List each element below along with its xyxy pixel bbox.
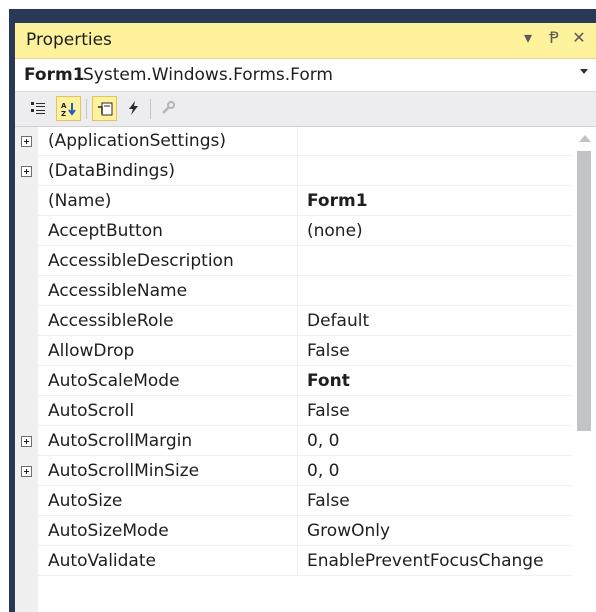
property-name[interactable]: AutoScroll [38,397,298,426]
property-row[interactable]: AutoSize False [15,487,572,517]
expand-icon[interactable] [21,436,32,447]
object-selector[interactable]: Form1 System.Windows.Forms.Form [15,59,596,92]
property-value[interactable] [298,157,572,186]
property-row[interactable]: AccessibleName [15,277,572,307]
properties-icon[interactable] [92,96,117,121]
property-value[interactable]: EnablePreventFocusChange [298,547,572,576]
property-value[interactable] [298,247,572,276]
toolbar-separator [150,99,151,119]
property-name[interactable]: AccessibleRole [38,307,298,336]
svg-text:A: A [61,102,67,110]
categorized-icon[interactable] [26,96,51,121]
property-value[interactable] [298,127,572,156]
close-icon[interactable]: ✕ [569,28,589,50]
object-type: System.Windows.Forms.Form [83,65,333,85]
property-row[interactable]: AutoScaleMode Font [15,367,572,397]
property-row[interactable]: AccessibleRole Default [15,307,572,337]
property-value[interactable]: Default [298,307,572,336]
alphabetical-icon[interactable]: A Z [56,96,81,121]
expand-icon[interactable] [21,466,32,477]
expand-icon[interactable] [21,136,32,147]
property-value[interactable]: Font [298,367,572,396]
property-row[interactable]: AllowDrop False [15,337,572,367]
property-value[interactable] [298,277,572,306]
vertical-scrollbar[interactable] [572,127,596,612]
property-value[interactable]: False [298,397,572,426]
property-name[interactable]: AutoScrollMargin [38,427,298,456]
pin-icon[interactable]: Ᵽ [544,28,564,50]
property-value[interactable]: False [298,487,572,516]
property-name[interactable]: AutoSizeMode [38,517,298,546]
property-name[interactable]: AccessibleName [38,277,298,306]
property-name[interactable]: AutoScrollMinSize [38,457,298,486]
properties-toolbar: A Z [15,92,596,127]
property-name[interactable]: AutoSize [38,487,298,516]
property-name[interactable]: AutoScaleMode [38,367,298,396]
property-row[interactable]: (Name) Form1 [15,187,572,217]
property-grid: (ApplicationSettings) (DataBindings) (Name… [15,127,596,612]
scroll-up-arrow-icon[interactable] [579,135,591,142]
property-row[interactable]: AutoScroll False [15,397,572,427]
property-value[interactable]: False [298,337,572,366]
property-name[interactable]: (DataBindings) [38,157,298,186]
property-row[interactable]: AutoScrollMargin 0, 0 [15,427,572,457]
properties-panel: Properties ▾ Ᵽ ✕ Form1 System.Windows.Fo… [15,23,596,612]
property-row[interactable]: AutoValidate EnablePreventFocusChange [15,547,572,577]
top-strip [0,0,596,9]
property-row[interactable]: (DataBindings) [15,157,572,187]
property-row[interactable]: AcceptButton (none) [15,217,572,247]
properties-window: Properties ▾ Ᵽ ✕ Form1 System.Windows.Fo… [9,9,596,612]
property-name[interactable]: (ApplicationSettings) [38,127,298,156]
property-row[interactable]: AccessibleDescription [15,247,572,277]
dropdown-arrow-icon[interactable]: ▾ [518,28,538,50]
object-dropdown-icon[interactable] [580,69,588,74]
svg-text:Z: Z [61,110,66,117]
events-icon[interactable] [121,96,146,121]
object-name: Form1 [24,65,85,85]
property-name[interactable]: AllowDrop [38,337,298,366]
property-name[interactable]: AutoValidate [38,547,298,576]
scrollbar-thumb[interactable] [577,151,591,431]
property-value[interactable]: GrowOnly [298,517,572,546]
property-pages-icon[interactable] [156,96,181,121]
property-name[interactable]: (Name) [38,187,298,216]
toolbar-separator [86,99,87,119]
expand-icon[interactable] [21,166,32,177]
property-name[interactable]: AccessibleDescription [38,247,298,276]
property-value[interactable]: (none) [298,217,572,246]
property-row[interactable]: (ApplicationSettings) [15,127,572,157]
property-value[interactable]: Form1 [298,187,572,216]
title-bar[interactable]: Properties ▾ Ᵽ ✕ [15,23,596,59]
window-title: Properties [26,30,112,50]
property-row[interactable]: AutoScrollMinSize 0, 0 [15,457,572,487]
property-row[interactable]: AutoSizeMode GrowOnly [15,517,572,547]
property-name[interactable]: AcceptButton [38,217,298,246]
property-value[interactable]: 0, 0 [298,457,572,486]
property-value[interactable]: 0, 0 [298,427,572,456]
